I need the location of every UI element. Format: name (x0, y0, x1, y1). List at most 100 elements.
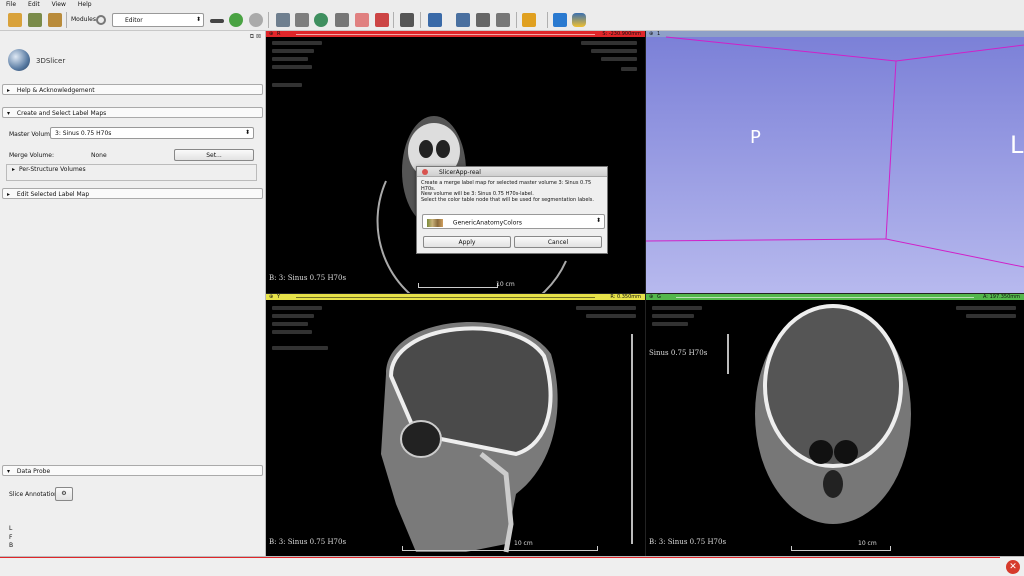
toolbar-separator (547, 12, 548, 28)
module-history-icon[interactable] (210, 19, 224, 23)
status-divider (0, 557, 1000, 558)
toolbar-separator (268, 12, 269, 28)
orientation-label-l: L (1010, 131, 1024, 159)
merge-volume-dialog: SlicerApp-real Create a merge label map … (416, 166, 608, 254)
dialog-message-line: Select the color table node that will be… (421, 196, 594, 203)
section-help[interactable]: ▸ Help & Acknowledgement (2, 84, 263, 95)
section-data-probe[interactable]: ▾ Data Probe (2, 465, 263, 476)
volumes-module-icon[interactable] (295, 13, 309, 27)
probe-line-l: L (9, 525, 13, 532)
float-icon[interactable]: ⧉ (250, 33, 254, 40)
close-icon[interactable]: ⊠ (256, 33, 261, 40)
per-structure-frame: ▸ Per-Structure Volumes (6, 164, 257, 181)
orientation-label-p: P (750, 127, 761, 148)
collapsed-arrow-icon: ▸ (7, 87, 11, 94)
collapsed-arrow-icon: ▸ (7, 191, 11, 198)
error-log-icon[interactable]: ✕ (1006, 560, 1020, 574)
data-module-icon[interactable] (276, 13, 290, 27)
transforms-module-icon[interactable] (335, 13, 349, 27)
per-structure-label[interactable]: Per-Structure Volumes (19, 166, 86, 173)
python-console-icon[interactable] (572, 13, 586, 27)
section-edit[interactable]: ▸ Edit Selected Label Map (2, 188, 263, 199)
back-arrow-icon[interactable] (229, 13, 243, 27)
chevron-updown-icon: ⬍ (244, 129, 250, 136)
place-crosshair-icon[interactable] (522, 13, 536, 27)
section-create-label: Create and Select Label Maps (16, 110, 107, 117)
load-data-icon[interactable] (8, 13, 22, 27)
collapsed-arrow-icon[interactable]: ▸ (12, 166, 15, 173)
modules-label: Modules: (71, 16, 98, 23)
expanded-arrow-icon: ▾ (7, 468, 11, 475)
cancel-button[interactable]: Cancel (514, 236, 602, 248)
coronal-ct-image (727, 304, 911, 524)
section-create[interactable]: ▾ Create and Select Label Maps (2, 107, 263, 118)
apply-button[interactable]: Apply (423, 236, 511, 248)
set-merge-button[interactable]: Set... (174, 149, 254, 161)
chevron-updown-icon: ⬍ (195, 16, 201, 23)
toolbar-separator (66, 12, 67, 28)
forward-arrow-icon[interactable] (249, 13, 263, 27)
status-bar: ✕ (0, 556, 1024, 576)
slice-annotations-button[interactable]: ⚙ (55, 487, 73, 501)
merge-volume-value: None (91, 152, 107, 159)
yellow-scale-label: 10 cm (514, 540, 533, 547)
module-selected-label: Editor (125, 17, 143, 24)
green-scale-label: 10 cm (858, 540, 877, 547)
layout-icon[interactable] (400, 13, 414, 27)
menu-edit[interactable]: Edit (28, 1, 40, 8)
probe-line-b: B (9, 542, 14, 549)
editor-module-icon[interactable] (375, 13, 389, 27)
sagittal-ct-image (381, 321, 633, 553)
yellow-slice-view[interactable]: ⊕ Y R: 0.350mm B: 3: Sinus 0.75 H70s 10 … (266, 294, 645, 556)
scale-ruler (402, 546, 598, 551)
load-dicom-icon[interactable] (28, 13, 42, 27)
module-panel: ⧉ ⊠ 3DSlicer ▸ Help & Acknowledgement ▾ … (0, 31, 266, 556)
section-data-probe-label: Data Probe (16, 468, 51, 475)
green-slice-view[interactable]: ⊕ G A: 197.350mm Sinus 0.75 H70s B: 3: S… (646, 294, 1024, 556)
app-logo-text: 3DSlicer (36, 57, 66, 65)
mouse-mode-icon[interactable] (428, 13, 442, 27)
dialog-titlebar[interactable]: SlicerApp-real (417, 167, 607, 177)
chevron-updown-icon: ⬍ (595, 217, 601, 224)
menu-view[interactable]: View (52, 1, 66, 8)
probe-line-f: F (9, 534, 13, 541)
menu-help[interactable]: Help (78, 1, 92, 8)
toolbar-separator (420, 12, 421, 28)
color-table-selector[interactable]: GenericAnatomyColors ⬍ (422, 214, 605, 229)
section-edit-label: Edit Selected Label Map (16, 191, 90, 198)
gear-icon: ⚙ (61, 490, 67, 497)
module-search-icon[interactable] (96, 15, 106, 25)
menu-file[interactable]: File (6, 1, 16, 8)
screenshot-icon[interactable] (456, 13, 470, 27)
panel-controls: ⧉ ⊠ (250, 33, 261, 41)
markups-module-icon[interactable] (355, 13, 369, 27)
extension-manager-icon[interactable] (553, 13, 567, 27)
toolbar-separator (393, 12, 394, 28)
dialog-message: Create a merge label map for selected ma… (421, 180, 607, 203)
dialog-title: SlicerApp-real (439, 169, 481, 176)
toolbar-separator (516, 12, 517, 28)
color-table-swatch-icon (427, 219, 443, 227)
models-module-icon[interactable] (314, 13, 328, 27)
master-volume-value: 3: Sinus 0.75 H70s (55, 130, 112, 137)
slicer-logo-icon (8, 49, 30, 71)
main-toolbar: Modules: Editor ⬍ (0, 9, 1024, 31)
red-volume-label: B: 3: Sinus 0.75 H70s (269, 274, 347, 282)
expanded-arrow-icon: ▾ (7, 110, 11, 117)
crosshair-settings-icon[interactable] (476, 13, 490, 27)
threeD-bounding-box (646, 36, 1024, 268)
green-volume-label: B: 3: Sinus 0.75 H70s (649, 538, 727, 546)
merge-volume-label: Merge Volume: (9, 152, 54, 159)
red-scale-label: 10 cm (496, 281, 515, 288)
master-volume-label: Master Volume: (9, 131, 56, 138)
color-table-value: GenericAnatomyColors (452, 219, 522, 227)
module-selector[interactable]: Editor ⬍ (112, 13, 204, 27)
yellow-volume-label: B: 3: Sinus 0.75 H70s (269, 538, 347, 546)
threeD-view[interactable]: ⊕ 1 P L (646, 31, 1024, 293)
close-icon[interactable] (422, 169, 428, 175)
scale-ruler (418, 283, 498, 288)
save-icon[interactable] (48, 13, 62, 27)
fiducial-icon[interactable] (496, 13, 510, 27)
section-help-label: Help & Acknowledgement (16, 87, 95, 94)
master-volume-selector[interactable]: 3: Sinus 0.75 H70s ⬍ (50, 127, 254, 139)
